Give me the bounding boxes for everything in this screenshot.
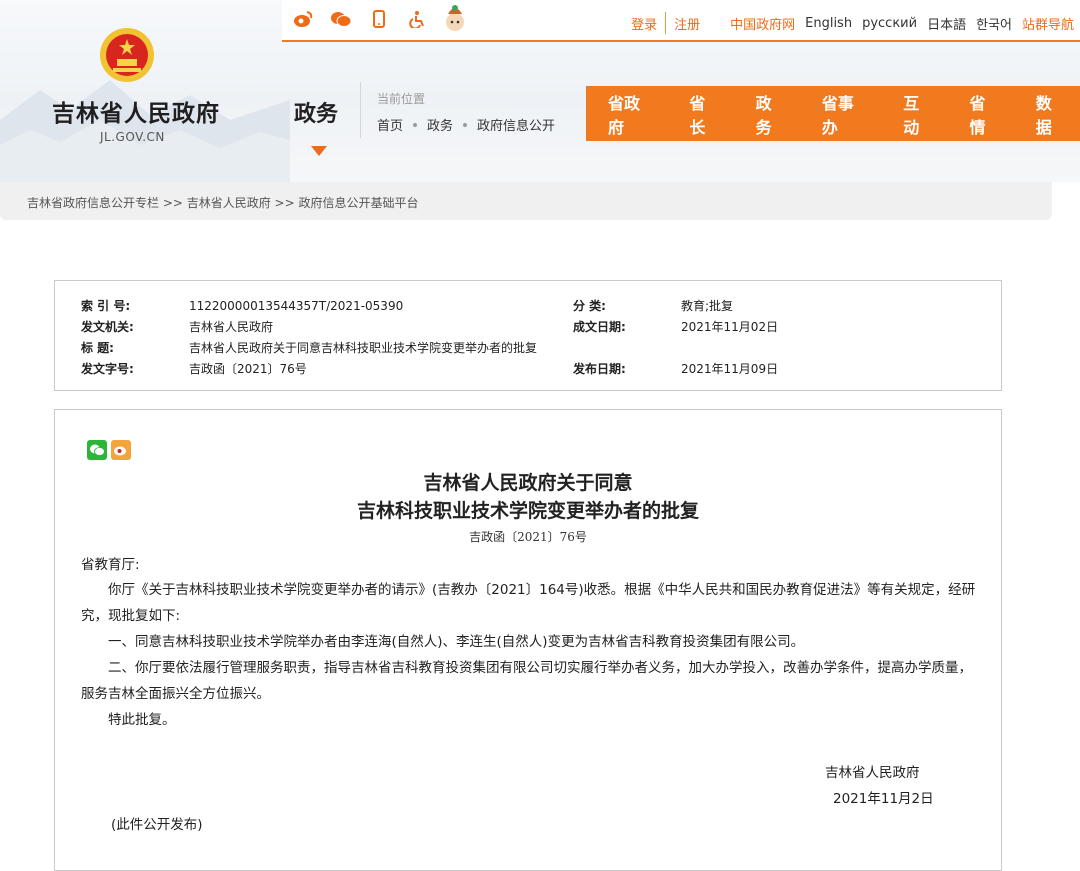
section-title[interactable]: 政务 <box>294 96 338 128</box>
signature: 吉林省人民政府 <box>825 765 920 781</box>
mobile-icon[interactable] <box>368 8 390 30</box>
national-emblem-icon <box>100 28 154 82</box>
publication-note: (此件公开发布) <box>111 817 203 833</box>
metadata-row-issuer: 发文机关: 吉林省人民政府 <box>81 318 273 335</box>
lang-link-korean[interactable]: 한국어 <box>976 14 1012 33</box>
salutation: 省教育厅: <box>81 557 140 573</box>
nav-item-governor[interactable]: 省长 <box>667 90 733 138</box>
nav-item-data[interactable]: 数据 <box>1014 90 1080 138</box>
dot-separator <box>463 122 468 127</box>
category-value: 教育;批复 <box>681 299 734 313</box>
category-label: 分 类: <box>573 299 606 313</box>
document-number: 吉政函〔2021〕76号 <box>469 530 587 544</box>
paragraph-4: 特此批复。 <box>108 712 176 728</box>
written-date-value: 2021年11月02日 <box>681 320 779 334</box>
site-group-nav-link[interactable]: 站群导航 <box>1022 14 1074 33</box>
lang-link-gov-cn[interactable]: 中国政府网 <box>730 14 795 33</box>
issuer-value: 吉林省人民政府 <box>189 320 274 334</box>
title-label: 标 题: <box>81 341 114 355</box>
paragraph-3: 二、你厅要依法履行管理服务职责，指导吉林省吉科教育投资集团有限公司切实履行举办者… <box>81 660 972 702</box>
lang-link-japanese[interactable]: 日本語 <box>927 14 966 33</box>
caret-down-icon <box>311 146 327 156</box>
publish-date-label: 发布日期: <box>573 362 626 376</box>
metadata-row-category: 分 类: 教育;批复 <box>573 297 733 314</box>
index-label: 索 引 号: <box>81 299 131 313</box>
top-icon-group <box>292 5 466 31</box>
location-path: 首页 政务 政府信息公开 <box>377 115 555 134</box>
login-link[interactable]: 登录 <box>631 14 657 33</box>
nav-item-province-gov[interactable]: 省政府 <box>586 90 667 138</box>
doc-no-value: 吉政函〔2021〕76号 <box>189 362 307 376</box>
location-label: 当前位置 <box>377 92 426 106</box>
title-value: 吉林省人民政府关于同意吉林科技职业技术学院变更举办者的批复 <box>189 341 538 355</box>
nav-item-services[interactable]: 省事办 <box>800 90 881 138</box>
document-title-line2: 吉林科技职业技术学院变更举办者的批复 <box>356 500 699 522</box>
top-bar: 登录 注册 中国政府网 English русский 日本語 한국어 站群导航 <box>282 0 1080 42</box>
paragraph-1: 你厅《关于吉林科技职业技术学院变更举办者的请示》(吉教办〔2021〕164号)收… <box>81 582 976 624</box>
wechat-icon[interactable] <box>330 8 352 30</box>
metadata-row-title: 标 题: 吉林省人民政府关于同意吉林科技职业技术学院变更举办者的批复 <box>81 339 537 356</box>
nav-item-affairs[interactable]: 政务 <box>734 90 800 138</box>
dot-separator <box>413 122 418 127</box>
divider <box>360 82 361 138</box>
location-link-info-disclosure[interactable]: 政府信息公开 <box>477 115 555 134</box>
accessibility-icon[interactable] <box>406 8 428 30</box>
location-link-affairs[interactable]: 政务 <box>427 115 453 134</box>
index-value: 11220000013544357T/2021-05390 <box>189 299 404 313</box>
weibo-icon[interactable] <box>292 8 314 30</box>
document-body: 吉林省人民政府关于同意 吉林科技职业技术学院变更举办者的批复 吉政函〔2021〕… <box>54 409 1002 871</box>
lang-link-russian[interactable]: русский <box>862 16 917 31</box>
wechat-share-icon[interactable] <box>87 440 107 460</box>
divider <box>665 12 667 34</box>
metadata-row-publish-date: 发布日期: 2021年11月09日 <box>573 360 778 377</box>
share-buttons <box>87 440 131 460</box>
signature-date: 2021年11月2日 <box>833 791 934 807</box>
lang-link-english[interactable]: English <box>805 16 852 31</box>
nav-item-province-info[interactable]: 省情 <box>948 90 1014 138</box>
doc-no-label: 发文字号: <box>81 362 134 376</box>
publish-date-value: 2021年11月09日 <box>681 362 779 376</box>
paragraph-2: 一、同意吉林科技职业技术学院举办者由李连海(自然人)、李连生(自然人)变更为吉林… <box>108 634 805 650</box>
issuer-label: 发文机关: <box>81 320 134 334</box>
breadcrumb: 吉林省政府信息公开专栏 >> 吉林省人民政府 >> 政府信息公开基础平台 <box>0 182 1052 220</box>
top-links: 登录 注册 中国政府网 English русский 日本語 한국어 站群导航 <box>631 12 1074 34</box>
location-link-home[interactable]: 首页 <box>377 115 403 134</box>
metadata-row-index: 索 引 号: 11220000013544357T/2021-05390 <box>81 297 403 314</box>
breadcrumb-text[interactable]: 吉林省政府信息公开专栏 >> 吉林省人民政府 >> 政府信息公开基础平台 <box>27 194 418 211</box>
document-title-line1: 吉林省人民政府关于同意 <box>423 472 633 494</box>
mascot-icon[interactable] <box>444 5 466 31</box>
main-nav: 省政府 省长 政务 省事办 互动 省情 数据 <box>586 86 1080 141</box>
written-date-label: 成文日期: <box>573 320 626 334</box>
nav-item-interaction[interactable]: 互动 <box>881 90 947 138</box>
metadata-row-doc-no: 发文字号: 吉政函〔2021〕76号 <box>81 360 307 377</box>
site-name[interactable]: 吉林省人民政府 <box>52 94 220 128</box>
register-link[interactable]: 注册 <box>674 14 700 33</box>
metadata-row-written-date: 成文日期: 2021年11月02日 <box>573 318 778 335</box>
document-metadata-box: 索 引 号: 11220000013544357T/2021-05390 分 类:… <box>54 280 1002 391</box>
site-domain: JL.GOV.CN <box>100 130 165 144</box>
weibo-share-icon[interactable] <box>111 440 131 460</box>
